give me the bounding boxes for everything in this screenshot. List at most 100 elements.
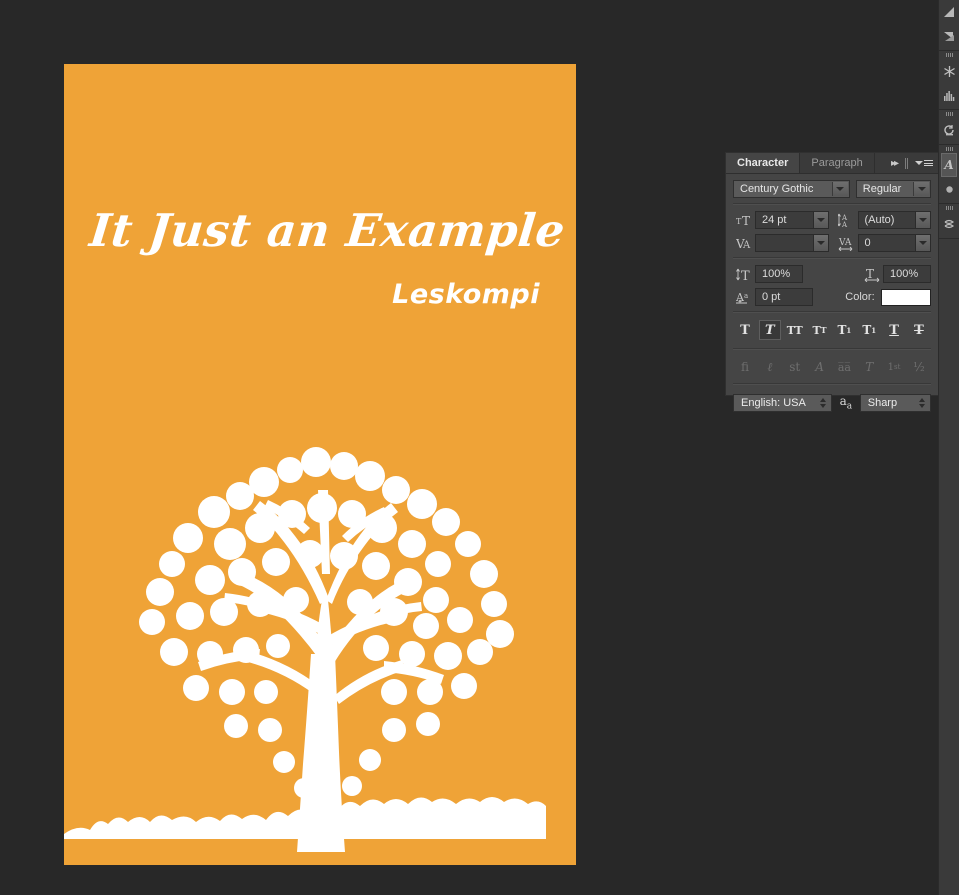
- swash-button[interactable]: A: [809, 358, 831, 376]
- language-value: English: USA: [741, 397, 806, 409]
- svg-text:T: T: [741, 269, 750, 282]
- chevron-down-icon[interactable]: [915, 211, 931, 229]
- font-size-combo[interactable]: 24 pt: [755, 211, 829, 229]
- contextual-alternates-button[interactable]: ℓ: [759, 358, 781, 376]
- faux-bold-button[interactable]: T: [734, 320, 756, 340]
- panel-tabbar-controls: ▸▸: [891, 153, 938, 173]
- baseline-shift-input[interactable]: 0 pt: [755, 288, 813, 306]
- strikethrough-button[interactable]: T: [908, 320, 930, 340]
- small-caps-button[interactable]: TT: [809, 320, 831, 340]
- kerning-combo[interactable]: [755, 234, 829, 252]
- chevron-down-icon[interactable]: [913, 182, 929, 196]
- panel-menu-icon[interactable]: [915, 160, 933, 166]
- kerning-tracking-row: VA VA 0: [733, 234, 931, 252]
- leading-input[interactable]: (Auto): [858, 211, 916, 229]
- character-panel-icon[interactable]: A: [941, 153, 957, 177]
- chevron-down-icon[interactable]: [813, 211, 829, 229]
- tracking-input[interactable]: 0: [858, 234, 916, 252]
- svg-text:VA: VA: [838, 238, 852, 248]
- tracking-icon: VA: [836, 236, 858, 251]
- subline-text[interactable]: Leskompi: [392, 279, 540, 310]
- horizontal-scale-input[interactable]: 100%: [883, 265, 931, 283]
- chevron-down-icon[interactable]: [832, 182, 848, 196]
- anti-alias-icon: aa: [838, 394, 854, 411]
- text-color-swatch[interactable]: [881, 289, 931, 306]
- all-caps-button[interactable]: TT: [784, 320, 806, 340]
- superscript-button[interactable]: T1: [833, 320, 855, 340]
- font-family-select[interactable]: Century Gothic: [733, 180, 850, 198]
- kerning-icon: VA: [733, 236, 755, 250]
- panel-grip-icon: [905, 158, 906, 169]
- layers-panel-icon[interactable]: [939, 212, 959, 236]
- kerning-input[interactable]: [755, 234, 813, 252]
- font-style-button-row: T T TT TT T1 T1 T T: [733, 319, 931, 344]
- font-family-value: Century Gothic: [740, 183, 813, 195]
- antialias-select[interactable]: Sharp: [860, 394, 931, 412]
- dock-grip-icon[interactable]: [939, 204, 959, 212]
- baseline-color-row: Aa 0 pt Color:: [733, 288, 931, 306]
- ordinals-button[interactable]: 1st: [883, 358, 905, 376]
- panel-divider: [733, 383, 931, 385]
- chevron-down-icon[interactable]: [813, 234, 829, 252]
- horizontal-scale-icon: T: [861, 267, 883, 282]
- histogram-panel-icon[interactable]: [939, 83, 959, 107]
- svg-text:T: T: [742, 214, 750, 227]
- language-select[interactable]: English: USA: [733, 394, 832, 412]
- fractions-button[interactable]: ½: [908, 358, 930, 376]
- adjustments-panel-icon[interactable]: [939, 59, 959, 83]
- swatches-panel-icon[interactable]: [939, 24, 959, 48]
- paragraph-panel-icon[interactable]: [939, 177, 959, 201]
- right-collapsed-dock[interactable]: A: [938, 0, 959, 895]
- tree-silhouette-icon: [64, 404, 576, 865]
- leading-combo[interactable]: (Auto): [858, 211, 932, 229]
- panel-divider: [733, 203, 931, 205]
- scale-row: T 100% T 100%: [733, 265, 931, 283]
- panel-tabbar: Character Paragraph ▸▸: [726, 153, 938, 174]
- underline-button[interactable]: T: [883, 320, 905, 340]
- opentype-button-row: fi ℓ st A a̅a̅ T 1st ½: [733, 356, 931, 379]
- double-chevron-right-icon[interactable]: ▸▸: [891, 158, 897, 169]
- font-style-select[interactable]: Regular: [856, 180, 931, 198]
- titling-alternates-button[interactable]: T: [858, 358, 880, 376]
- font-row: Century Gothic Regular: [733, 180, 931, 198]
- dock-group-color: [939, 0, 959, 51]
- subscript-button[interactable]: T1: [858, 320, 880, 340]
- color-panel-icon[interactable]: [939, 0, 959, 24]
- antialias-value: Sharp: [868, 397, 897, 409]
- font-size-input[interactable]: 24 pt: [755, 211, 813, 229]
- character-panel[interactable]: Character Paragraph ▸▸ Century Gothic Re…: [725, 152, 939, 396]
- dock-group-history: [939, 110, 959, 145]
- tracking-combo[interactable]: 0: [858, 234, 932, 252]
- svg-text:a: a: [744, 292, 748, 300]
- standard-ligatures-button[interactable]: fi: [734, 358, 756, 376]
- dock-group-layers: [939, 204, 959, 239]
- svg-text:A: A: [742, 240, 751, 250]
- faux-italic-button[interactable]: T: [759, 320, 781, 340]
- language-antialias-row: English: USA aa Sharp: [733, 391, 931, 412]
- tab-character[interactable]: Character: [726, 153, 800, 173]
- oldstyle-button[interactable]: a̅a̅: [833, 358, 855, 376]
- dock-grip-icon[interactable]: [939, 110, 959, 118]
- vertical-scale-input[interactable]: 100%: [755, 265, 803, 283]
- chevron-down-icon[interactable]: [915, 234, 931, 252]
- dock-group-type: A: [939, 145, 959, 204]
- tab-paragraph[interactable]: Paragraph: [800, 153, 874, 173]
- panel-divider: [733, 311, 931, 313]
- character-panel-body: Century Gothic Regular TT 24 pt AA (Auto…: [726, 174, 938, 412]
- dock-grip-icon[interactable]: [939, 51, 959, 59]
- svg-text:T: T: [866, 267, 874, 281]
- discretionary-ligatures-button[interactable]: st: [784, 358, 806, 376]
- svg-text:A: A: [841, 221, 848, 228]
- updown-chevron-icon[interactable]: [919, 398, 925, 408]
- font-size-icon: TT: [733, 213, 755, 227]
- history-panel-icon[interactable]: [939, 118, 959, 142]
- headline-text[interactable]: It Just an Example: [87, 204, 563, 257]
- design-canvas[interactable]: It Just an Example Leskompi: [64, 64, 576, 865]
- leading-icon: AA: [836, 213, 858, 228]
- size-leading-row: TT 24 pt AA (Auto): [733, 211, 931, 229]
- vertical-scale-icon: T: [733, 267, 755, 282]
- dock-grip-icon[interactable]: [939, 145, 959, 153]
- updown-chevron-icon[interactable]: [820, 398, 826, 408]
- font-style-value: Regular: [863, 183, 902, 195]
- color-label: Color:: [845, 291, 874, 303]
